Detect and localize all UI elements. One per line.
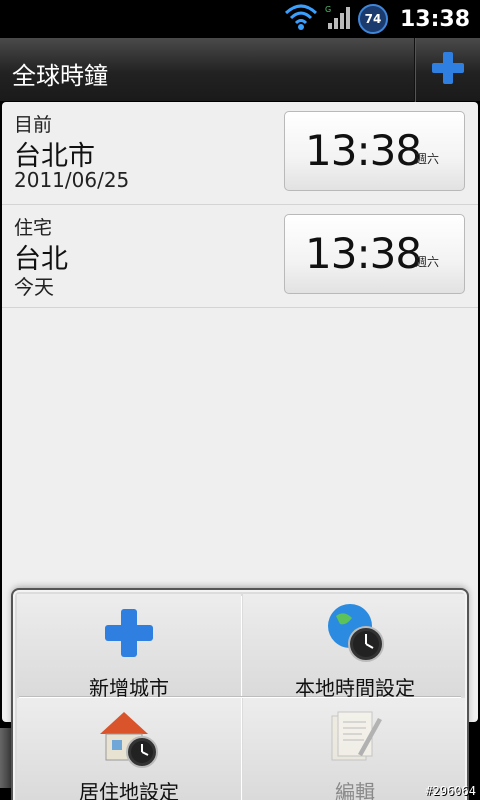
title-bar: 全球時鐘 [0,38,480,102]
clock-day: 週六 [415,255,440,269]
options-menu: 新增城市 本地時間設定 居住地設定 編輯 [13,590,467,800]
battery-icon: 74 [357,4,388,34]
watermark: #296064 [425,784,476,798]
menu-item-home-settings[interactable]: 居住地設定 [17,698,241,800]
row-date: 今天 [14,275,54,299]
row-label: 目前 [14,114,53,136]
clock-box[interactable]: 13:38 週六 [284,214,465,294]
battery-level: 74 [364,12,382,26]
clock-time: 13:38 [305,229,422,278]
clock-time: 13:38 [305,126,422,175]
row-label: 住宅 [14,217,53,239]
title-divider [414,38,415,102]
plus-icon [431,51,465,89]
clock-day: 週六 [415,152,440,166]
add-city-header-button[interactable] [416,38,480,102]
home-clock-icon [17,704,241,770]
wifi-icon [284,3,318,35]
clock-box[interactable]: 13:38 週六 [284,111,465,191]
plus-icon [17,600,241,666]
status-bar: G 74 13:38 [0,0,480,38]
side-tab [0,728,14,788]
menu-item-add-city[interactable]: 新增城市 [17,594,241,700]
menu-item-local-time-settings[interactable]: 本地時間設定 [243,594,465,700]
globe-clock-icon [243,600,465,666]
signal-icon: G [324,3,352,35]
page-title: 全球時鐘 [12,62,108,90]
svg-text:G: G [325,5,331,14]
city-row-home[interactable]: 住宅 台北 今天 13:38 週六 [2,205,478,308]
menu-label: 居住地設定 [79,780,179,800]
menu-label: 新增城市 [89,676,169,700]
edit-document-icon [243,704,465,770]
city-row-current[interactable]: 目前 台北市 2011/06/25 13:38 週六 [2,102,478,205]
status-time: 13:38 [399,6,470,32]
row-date: 2011/06/25 [14,168,130,192]
screen: G 74 13:38 全球時鐘 目前 台北市 2011/06/25 13:38 … [0,0,480,800]
menu-label: 本地時間設定 [295,676,415,700]
